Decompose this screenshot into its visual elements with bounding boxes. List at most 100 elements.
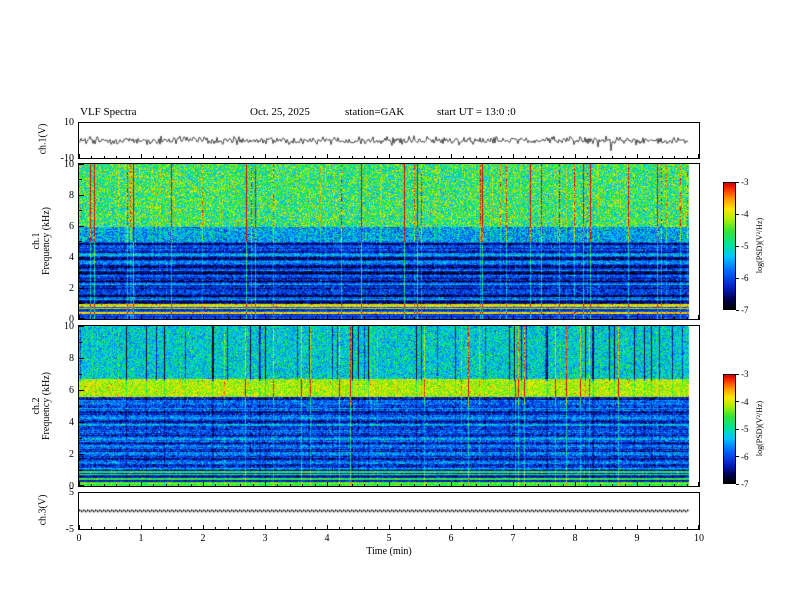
x-tick xyxy=(141,482,142,486)
colorbar-ch2-label: log(PSD)(V²/Hz) xyxy=(755,400,765,457)
x-minor-tick xyxy=(91,156,93,158)
y-tick xyxy=(79,373,82,375)
x-tick xyxy=(698,525,699,529)
x-minor-tick xyxy=(351,156,353,158)
colorbar-tick-label: -5 xyxy=(741,424,749,434)
x-tick xyxy=(513,482,514,486)
spec2-frequency-label: Frequency (kHz) xyxy=(41,371,53,441)
x-minor-tick xyxy=(364,527,366,529)
x-minor-tick xyxy=(463,317,465,319)
x-tick-label: 4 xyxy=(324,533,330,544)
x-minor-tick xyxy=(525,317,527,319)
spec1-frequency-label: Frequency (kHz) xyxy=(41,206,53,276)
x-tick xyxy=(451,315,452,319)
date-label: Oct. 25, 2025 xyxy=(250,106,310,118)
x-tick-label: 2 xyxy=(200,533,206,544)
x-tick xyxy=(389,154,390,158)
x-tick-label: 9 xyxy=(634,533,640,544)
x-tick-label: 1 xyxy=(138,533,144,544)
spec2-y-tick-label: 4 xyxy=(69,417,74,428)
x-minor-tick xyxy=(686,317,688,319)
x-minor-tick xyxy=(587,484,589,486)
x-tick xyxy=(389,525,390,529)
ch1-wave-ylabel: ch.1(V) xyxy=(37,123,49,155)
x-minor-tick xyxy=(661,317,663,319)
start-ut-label: start UT = 13:0 :0 xyxy=(437,106,516,118)
x-minor-tick xyxy=(649,527,651,529)
spec2-y-tick-label: 8 xyxy=(69,353,74,364)
x-minor-tick xyxy=(351,527,353,529)
x-minor-tick xyxy=(401,527,403,529)
x-tick xyxy=(327,154,328,158)
y-tick xyxy=(79,303,82,304)
x-minor-tick xyxy=(116,484,118,486)
x-minor-tick xyxy=(215,317,217,319)
y-tick xyxy=(79,357,84,359)
x-minor-tick xyxy=(252,484,254,486)
x-minor-tick xyxy=(438,527,440,529)
x-tick xyxy=(513,525,514,529)
colorbar-tick-label: -7 xyxy=(741,479,749,489)
spec1-y-tick-label: 6 xyxy=(69,221,74,232)
x-minor-tick xyxy=(351,317,353,319)
x-minor-tick xyxy=(364,156,366,158)
x-tick-label: 8 xyxy=(572,533,578,544)
y-tick xyxy=(79,341,82,343)
x-minor-tick xyxy=(128,156,130,158)
x-minor-tick xyxy=(339,317,341,319)
x-minor-tick xyxy=(587,317,589,319)
x-minor-tick xyxy=(165,156,167,158)
spec1-ylabel: ch.1 Frequency (kHz) xyxy=(31,206,53,276)
x-minor-tick xyxy=(91,527,93,529)
station-label: station=GAK xyxy=(345,106,405,118)
x-minor-tick xyxy=(351,484,353,486)
x-minor-tick xyxy=(599,484,601,486)
ch1-waveform-canvas xyxy=(79,123,699,158)
x-minor-tick xyxy=(525,484,527,486)
x-tick xyxy=(451,482,452,486)
colorbar-ch2 xyxy=(723,374,736,484)
colorbar-tick-label: -6 xyxy=(741,451,749,462)
colorbar-tick xyxy=(736,181,739,183)
x-minor-tick xyxy=(116,317,118,319)
x-minor-tick xyxy=(252,156,254,158)
ch1-waveform-panel xyxy=(78,122,700,159)
x-minor-tick xyxy=(364,484,366,486)
x-tick xyxy=(575,315,576,319)
colorbar-tick xyxy=(736,483,739,485)
x-tick xyxy=(141,525,142,529)
colorbar-tick xyxy=(736,428,739,430)
x-minor-tick xyxy=(426,156,428,158)
spec1-y-tick-label: 8 xyxy=(69,190,74,201)
x-minor-tick xyxy=(463,527,465,529)
x-minor-tick xyxy=(488,527,490,529)
y-tick xyxy=(79,437,82,439)
colorbar-ch1-canvas xyxy=(724,183,735,309)
ch1-spectrogram-canvas xyxy=(79,164,699,319)
x-minor-tick xyxy=(661,527,663,529)
x-minor-tick xyxy=(376,317,378,319)
x-tick xyxy=(327,315,328,319)
y-tick xyxy=(79,318,84,319)
x-minor-tick xyxy=(599,527,601,529)
colorbar-tick-label: -3 xyxy=(741,369,749,379)
x-tick xyxy=(141,315,142,319)
x-tick xyxy=(575,154,576,158)
x-minor-tick xyxy=(649,156,651,158)
spec2-y-tick-label: 2 xyxy=(69,449,74,460)
x-minor-tick xyxy=(587,527,589,529)
y-tick xyxy=(79,485,84,486)
x-tick xyxy=(698,482,699,486)
x-minor-tick xyxy=(624,156,626,158)
x-minor-tick xyxy=(339,527,341,529)
x-minor-tick xyxy=(116,156,118,158)
x-minor-tick xyxy=(475,527,477,529)
colorbar-tick xyxy=(736,309,739,311)
x-tick xyxy=(79,154,80,158)
x-minor-tick xyxy=(413,156,415,158)
x-minor-tick xyxy=(153,156,155,158)
ch3-panel xyxy=(78,492,700,530)
x-minor-tick xyxy=(562,484,564,486)
colorbar-tick xyxy=(736,245,739,247)
x-minor-tick xyxy=(475,317,477,319)
